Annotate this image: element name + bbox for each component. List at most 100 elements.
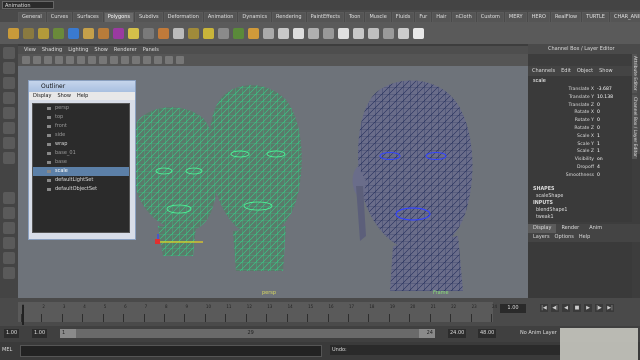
scale-tool-icon[interactable]	[3, 122, 15, 134]
shelf-tab-char_anim[interactable]: CHAR_ANIM	[609, 12, 640, 22]
shelf-tab-animation[interactable]: Animation	[203, 12, 238, 22]
shelf-tool-icon[interactable]	[248, 27, 259, 39]
shelf-tool-icon[interactable]	[383, 27, 394, 39]
shelf-tab-subdivs[interactable]: Subdivs	[135, 12, 163, 22]
attribute-value[interactable]: 0	[594, 109, 600, 117]
attribute-row[interactable]: Translate Y 10.138	[528, 94, 632, 102]
attribute-value[interactable]: 0	[594, 125, 600, 133]
move-tool-icon[interactable]	[3, 92, 15, 104]
outliner-item[interactable]: scale	[33, 167, 129, 176]
attribute-value[interactable]: 1	[594, 148, 600, 156]
outliner-menu-show[interactable]: Show	[57, 92, 71, 100]
shape-item[interactable]: scaleShape	[528, 193, 632, 200]
layer-editor-panel[interactable]	[528, 242, 632, 298]
bookmark-icon[interactable]	[44, 56, 52, 64]
attribute-row[interactable]: Rotate X0	[528, 109, 632, 117]
channel-box-node-name[interactable]: scale	[528, 76, 632, 86]
shelf-tool-icon[interactable]	[113, 27, 124, 39]
shelf-tool-icon[interactable]	[263, 27, 274, 39]
wireframe-icon[interactable]	[99, 56, 107, 64]
shelf-tab-hero[interactable]: HERO	[527, 12, 550, 22]
shelf-tool-icon[interactable]	[323, 27, 334, 39]
layer-menu-layers[interactable]: Layers	[533, 233, 550, 242]
channel-box-menu-edit[interactable]: Edit	[561, 66, 571, 76]
isolate-select-icon[interactable]	[165, 56, 173, 64]
outliner-item[interactable]: persp	[33, 104, 129, 113]
shelf-tool-icon[interactable]	[158, 27, 169, 39]
attribute-row[interactable]: Translate Z0	[528, 102, 632, 110]
shelf-tool-icon[interactable]	[233, 27, 244, 39]
attribute-value[interactable]: 4	[594, 164, 600, 172]
shelf-tool-icon[interactable]	[308, 27, 319, 39]
attribute-row[interactable]: Rotate Y0	[528, 117, 632, 125]
channel-box-menu-show[interactable]: Show	[599, 66, 613, 76]
channel-box-menu-object[interactable]: Object	[577, 66, 593, 76]
hypershade-layout-icon[interactable]	[3, 267, 15, 279]
shelf-tab-hair[interactable]: Hair	[432, 12, 451, 22]
select-tool-icon[interactable]	[3, 47, 15, 59]
camera-attributes-icon[interactable]	[33, 56, 41, 64]
time-slider-track[interactable]: 1 2 3 4 5 6 7 8 9 10 11 12 13 14 15 16 17 18 19 20 21 22 23 24	[18, 302, 497, 325]
xray-icon[interactable]	[176, 56, 184, 64]
image-plane-icon[interactable]	[55, 56, 63, 64]
layer-tab-anim[interactable]: Anim	[584, 224, 607, 233]
attribute-row[interactable]: Scale Y1	[528, 141, 632, 149]
smooth-shade-icon[interactable]	[110, 56, 118, 64]
shelf-tab-fur[interactable]: Fur	[415, 12, 432, 22]
attribute-value[interactable]: 0	[594, 102, 600, 110]
shelf-tool-icon[interactable]	[203, 27, 214, 39]
layer-tab-render[interactable]: Render	[556, 224, 584, 233]
layer-tab-display[interactable]: Display	[528, 224, 557, 233]
shelf-tool-icon[interactable]	[173, 27, 184, 39]
outliner-item[interactable]: defaultLightSet	[33, 176, 129, 185]
shelf-tab-polygons[interactable]: Polygons	[103, 12, 134, 22]
attribute-value[interactable]: 1	[594, 141, 600, 149]
shelf-tool-icon[interactable]	[353, 27, 364, 39]
shelf-tool-icon[interactable]	[98, 27, 109, 39]
grid-icon[interactable]	[66, 56, 74, 64]
rotate-tool-icon[interactable]	[3, 107, 15, 119]
playback-button[interactable]: ▶	[584, 304, 592, 312]
range-slider-end-handle[interactable]: 24	[419, 329, 435, 338]
shelf-tool-icon[interactable]	[83, 27, 94, 39]
shelf-tool-icon[interactable]	[293, 27, 304, 39]
outliner-menu-display[interactable]: Display	[33, 92, 51, 100]
shelf-tool-icon[interactable]	[68, 27, 79, 39]
viewport-menu-panels[interactable]: Panels	[143, 46, 159, 54]
shelf-tab-muscle[interactable]: Muscle	[365, 12, 391, 22]
textured-icon[interactable]	[132, 56, 140, 64]
film-gate-icon[interactable]	[77, 56, 85, 64]
shelf-tab-painteffects[interactable]: PaintEffects	[306, 12, 344, 22]
attribute-row[interactable]: Scale Z1	[528, 148, 632, 156]
outliner-item[interactable]: side	[33, 131, 129, 140]
playback-button[interactable]: ◀|	[551, 304, 559, 312]
attribute-value[interactable]: -3.687	[594, 86, 612, 94]
attribute-value[interactable]: 10.138	[594, 94, 613, 102]
lighting-icon[interactable]	[143, 56, 151, 64]
viewport-menu-lighting[interactable]: Lighting	[68, 46, 88, 54]
channel-box-menu-channels[interactable]: Channels	[532, 66, 555, 76]
anim-layer-dropdown[interactable]: No Anim Layer	[520, 329, 557, 338]
shelf-tool-icon[interactable]	[53, 27, 64, 39]
attribute-row[interactable]: Smoothness 0	[528, 172, 632, 180]
side-tab[interactable]: Channel Box / Layer Editor	[632, 94, 637, 159]
graph-layout-icon[interactable]	[3, 252, 15, 264]
playback-button[interactable]: ◀	[562, 304, 570, 312]
animation-start-field[interactable]: 1.00	[4, 329, 20, 338]
attribute-row[interactable]: Translate X -3.687	[528, 86, 632, 94]
lasso-tool-icon[interactable]	[3, 62, 15, 74]
shelf-tool-icon[interactable]	[188, 27, 199, 39]
four-view-layout-icon[interactable]	[3, 222, 15, 234]
viewport-menu-view[interactable]: View	[24, 46, 36, 54]
shelf-tab-deformation[interactable]: Deformation	[163, 12, 203, 22]
attribute-value[interactable]: on	[594, 156, 603, 164]
outliner-item[interactable]: base_01	[33, 149, 129, 158]
outliner-title-bar[interactable]: Outliner	[29, 81, 135, 92]
outliner-item[interactable]: front	[33, 122, 129, 131]
outliner-item[interactable]: top	[33, 113, 129, 122]
shelf-tab-mery[interactable]: MERY	[504, 12, 527, 22]
attribute-row[interactable]: Scale X1	[528, 133, 632, 141]
shelf-tool-icon[interactable]	[368, 27, 379, 39]
menu-set-dropdown[interactable]: Animation	[2, 1, 54, 9]
outliner-item[interactable]: base	[33, 158, 129, 167]
